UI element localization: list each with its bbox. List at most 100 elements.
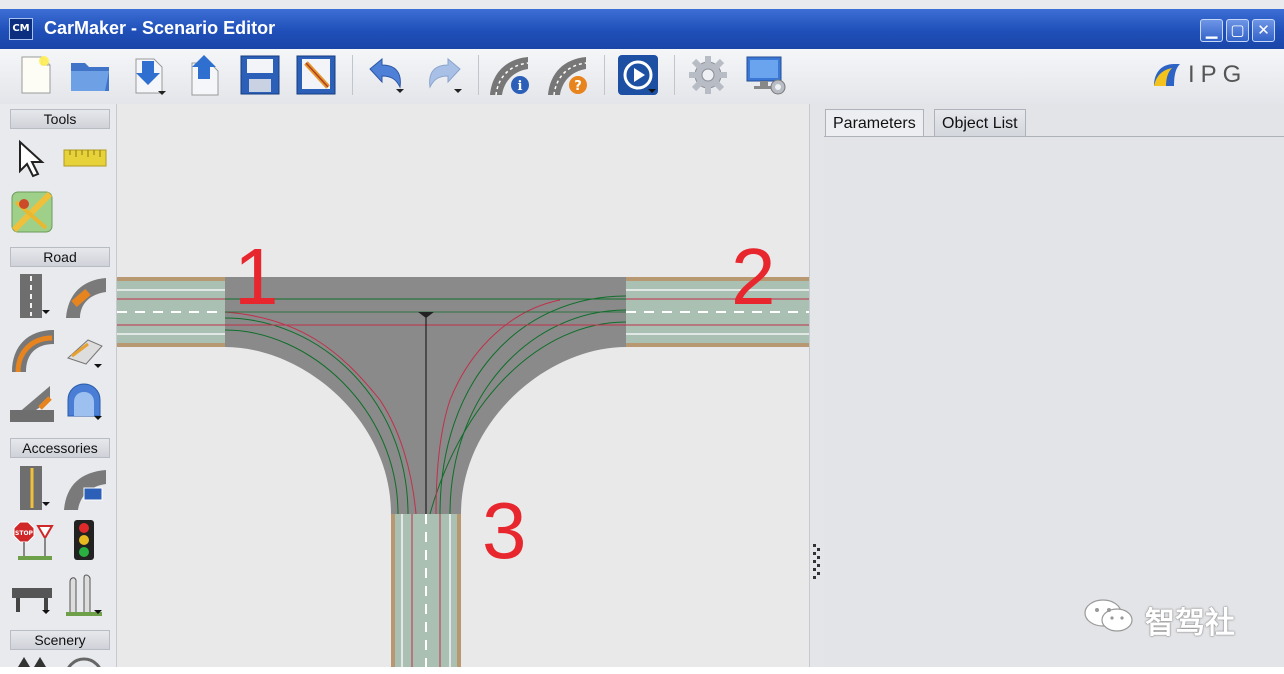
splitter-grip-icon bbox=[813, 544, 820, 579]
ruler-icon bbox=[63, 149, 107, 167]
open-folder-icon bbox=[71, 63, 109, 91]
main-toolbar: i ? IPG bbox=[0, 49, 1284, 105]
wheel-icon bbox=[67, 657, 101, 667]
section-header-tools: Tools bbox=[10, 109, 110, 129]
close-button[interactable]: ✕ bbox=[1252, 19, 1275, 42]
svg-text:i: i bbox=[518, 79, 523, 94]
svg-text:?: ? bbox=[574, 79, 582, 94]
toolbar-separator bbox=[478, 55, 479, 95]
settings-button[interactable] bbox=[686, 53, 730, 97]
export-button[interactable] bbox=[182, 53, 226, 97]
turn-road-tool[interactable] bbox=[10, 328, 56, 373]
road-label-1: 1 bbox=[234, 232, 279, 321]
junction-area bbox=[224, 277, 627, 515]
toolbar-separator bbox=[674, 55, 675, 95]
save-as-button[interactable] bbox=[294, 53, 338, 97]
bottom-margin bbox=[0, 667, 1284, 674]
road-segment-2 bbox=[626, 277, 809, 347]
maximize-button[interactable]: ▢ bbox=[1226, 19, 1249, 42]
road-network bbox=[117, 277, 809, 667]
road-sign-on-curve-tool[interactable] bbox=[62, 466, 108, 510]
import-button[interactable] bbox=[126, 53, 170, 97]
redo-button[interactable] bbox=[422, 53, 466, 97]
lane-marker-tool[interactable] bbox=[10, 466, 56, 510]
wechat-logo-icon bbox=[1084, 599, 1133, 632]
minimize-button[interactable]: ▁ bbox=[1200, 19, 1223, 42]
road-sign-on-curve-icon bbox=[64, 470, 106, 510]
curve-road-tool[interactable] bbox=[62, 274, 108, 318]
road-marking-icon bbox=[67, 339, 103, 368]
play-icon bbox=[618, 55, 658, 95]
stop-sign-tool[interactable]: STOP bbox=[10, 518, 56, 562]
guardrail-tool[interactable] bbox=[10, 574, 56, 618]
import-icon bbox=[135, 58, 166, 95]
ipg-logo-icon bbox=[1154, 64, 1180, 86]
toolbar-separator bbox=[352, 55, 353, 95]
minimize-icon: ▁ bbox=[1205, 21, 1218, 39]
toolbar-separator bbox=[604, 55, 605, 95]
maximize-icon: ▢ bbox=[1230, 21, 1245, 39]
straight-road-icon bbox=[20, 274, 50, 318]
road-label-3: 3 bbox=[482, 486, 527, 575]
bollard-icon bbox=[66, 574, 102, 616]
select-tool[interactable] bbox=[10, 136, 56, 180]
tab-parameters[interactable]: Parameters bbox=[825, 109, 924, 137]
panel-splitter[interactable] bbox=[809, 104, 825, 667]
traffic-light-tool[interactable] bbox=[62, 518, 108, 562]
watermark-text: 智驾社 bbox=[1145, 606, 1235, 641]
section-header-accessories: Accessories bbox=[10, 438, 110, 458]
properties-panel: Parameters Object List bbox=[824, 104, 1284, 667]
undo-icon bbox=[369, 57, 404, 93]
tunnel-tool[interactable] bbox=[62, 380, 108, 424]
tunnel-icon bbox=[67, 383, 102, 420]
ramp-road-tool[interactable] bbox=[10, 380, 56, 424]
road-segment-3 bbox=[391, 514, 461, 667]
traffic-light-icon bbox=[74, 520, 94, 560]
export-icon bbox=[191, 55, 219, 96]
section-header-scenery: Scenery bbox=[10, 630, 110, 650]
select-arrow-icon bbox=[19, 139, 45, 178]
road-help-icon: ? bbox=[548, 57, 587, 96]
straight-road-tool[interactable] bbox=[10, 274, 56, 318]
road-segment-1 bbox=[117, 277, 225, 347]
svg-text:STOP: STOP bbox=[15, 530, 34, 537]
ramp-road-icon bbox=[10, 386, 54, 422]
lane-marker-icon bbox=[20, 466, 50, 510]
scenery-tool[interactable] bbox=[10, 655, 56, 667]
road-info-icon: i bbox=[490, 57, 529, 96]
tab-divider bbox=[824, 136, 1284, 137]
tab-object-list[interactable]: Object List bbox=[934, 109, 1026, 137]
redo-icon bbox=[429, 57, 462, 93]
new-document-icon bbox=[21, 56, 51, 94]
play-button[interactable] bbox=[616, 53, 660, 97]
road-help-button[interactable]: ? bbox=[546, 53, 590, 97]
monitor-gear-icon bbox=[746, 56, 786, 95]
section-header-road: Road bbox=[10, 247, 110, 267]
app-window: CM CarMaker - Scenario Editor ▁ ▢ ✕ i ? … bbox=[0, 0, 1284, 667]
road-marking-tool[interactable] bbox=[62, 328, 108, 372]
window-title: CarMaker - Scenario Editor bbox=[44, 18, 276, 38]
scenery-tool-2[interactable] bbox=[62, 655, 108, 667]
display-settings-button[interactable] bbox=[744, 53, 788, 97]
open-file-button[interactable] bbox=[68, 53, 112, 97]
map-tool[interactable] bbox=[10, 190, 56, 234]
gear-icon bbox=[689, 56, 727, 94]
close-icon: ✕ bbox=[1257, 21, 1270, 39]
tool-palette: Tools Road Accessories STOP Scenery bbox=[0, 104, 117, 667]
save-as-icon bbox=[296, 55, 336, 95]
save-button[interactable] bbox=[238, 53, 282, 97]
road-info-button[interactable]: i bbox=[488, 53, 532, 97]
undo-button[interactable] bbox=[364, 53, 408, 97]
map-icon bbox=[11, 191, 53, 233]
app-icon: CM bbox=[9, 18, 33, 40]
measure-tool[interactable] bbox=[62, 136, 108, 180]
ipg-logo-text: IPG bbox=[1188, 61, 1248, 88]
scenario-canvas[interactable]: 1 2 3 bbox=[117, 104, 809, 667]
stop-sign-icon: STOP bbox=[13, 521, 54, 560]
new-file-button[interactable] bbox=[14, 53, 58, 97]
curve-road-icon bbox=[66, 278, 106, 318]
tree-icon bbox=[18, 657, 46, 667]
road-label-2: 2 bbox=[731, 232, 776, 321]
guardrail-icon bbox=[12, 588, 52, 614]
bollard-tool[interactable] bbox=[62, 574, 108, 618]
